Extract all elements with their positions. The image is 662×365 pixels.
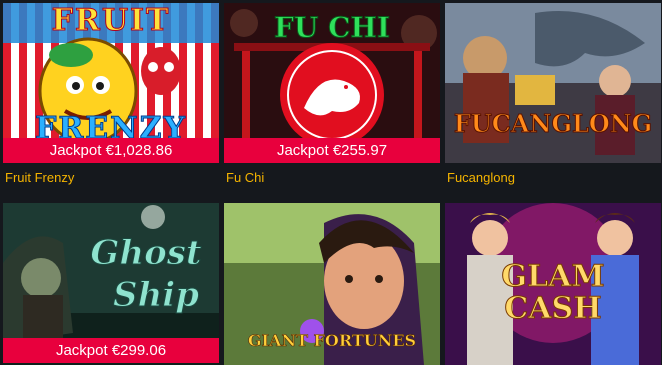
ghost-ship-logo-bottom: Ship: [113, 275, 200, 316]
game-tile-fucanglong[interactable]: FUCANGLONG Fucanglong: [445, 3, 661, 188]
game-title[interactable]: Fu Chi: [226, 170, 264, 185]
ghost-ship-logo: Ghost: [90, 233, 202, 274]
game-tile-fruit-frenzy[interactable]: FRUIT FRENZY Jackpot €1,028.86 Fruit Fre…: [3, 3, 219, 188]
game-title[interactable]: Fruit Frenzy: [5, 170, 74, 185]
fucanglong-logo: FUCANGLONG: [453, 109, 653, 139]
jackpot-banner: Jackpot €299.06: [3, 338, 219, 363]
jackpot-banner: Jackpot €255.97: [224, 138, 440, 163]
game-tile-glam-cash[interactable]: GLAM CASH: [445, 203, 661, 365]
game-tile-giant-fortunes[interactable]: GIANT FORTUNES: [224, 203, 440, 365]
game-thumbnail-fucanglong[interactable]: FUCANGLONG: [445, 3, 661, 163]
glam-cash-logo-bottom: CASH: [504, 291, 602, 327]
fu-chi-logo: FU CHI: [274, 11, 391, 45]
giant-fortunes-logo: GIANT FORTUNES: [247, 331, 417, 351]
game-thumbnail-giant-fortunes[interactable]: GIANT FORTUNES: [224, 203, 440, 365]
fruit-frenzy-logo: FRUIT: [51, 3, 171, 39]
glam-cash-logo: GLAM: [501, 259, 605, 295]
game-tile-fu-chi[interactable]: FU CHI Jackpot €255.97 Fu Chi: [224, 3, 440, 188]
game-thumbnail-glam-cash[interactable]: GLAM CASH: [445, 203, 661, 365]
jackpot-banner: Jackpot €1,028.86: [3, 138, 219, 163]
game-title[interactable]: Fucanglong: [447, 170, 515, 185]
game-tile-ghost-ship[interactable]: Ghost Ship Jackpot €299.06: [3, 203, 219, 365]
